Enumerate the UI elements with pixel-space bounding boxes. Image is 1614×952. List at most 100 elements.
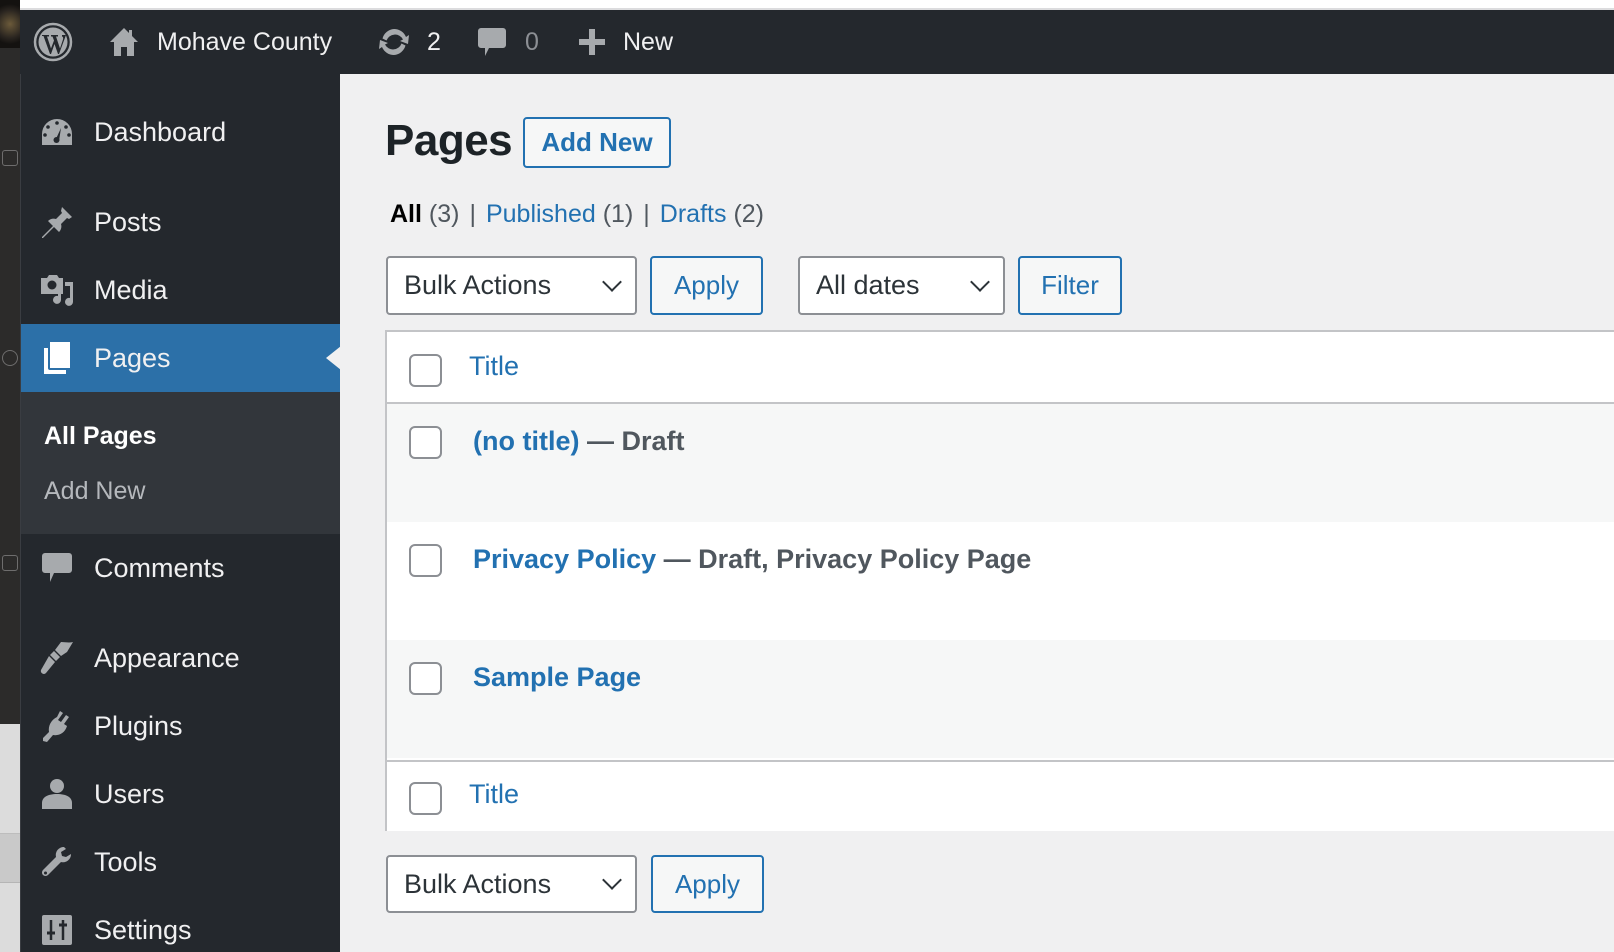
table-header: Title xyxy=(387,332,1614,404)
table-row: Privacy Policy — Draft, Privacy Policy P… xyxy=(387,522,1614,640)
home-icon xyxy=(110,28,138,56)
comments-link[interactable]: 0 xyxy=(478,10,539,74)
comment-icon xyxy=(39,550,75,586)
sidebar-label: Tools xyxy=(94,846,158,877)
background-panel-band xyxy=(0,833,20,883)
column-header-title[interactable]: Title xyxy=(469,351,519,382)
column-footer-title[interactable]: Title xyxy=(469,779,519,810)
plus-icon xyxy=(579,29,605,55)
table-row: (no title) — Draft xyxy=(387,404,1614,522)
comment-icon xyxy=(478,28,506,56)
table-row: Sample Page xyxy=(387,640,1614,758)
pages-icon xyxy=(39,340,75,376)
view-all[interactable]: All (3) xyxy=(390,200,459,228)
bulk-actions-value: Bulk Actions xyxy=(404,868,552,899)
row-title: Sample Page xyxy=(473,662,641,693)
pin-icon xyxy=(39,204,75,240)
wordpress-logo-icon xyxy=(33,22,73,62)
settings-icon xyxy=(39,912,75,948)
table-footer: Title xyxy=(387,760,1614,831)
chevron-down-icon xyxy=(602,271,622,292)
select-all-checkbox[interactable] xyxy=(409,354,442,387)
bulk-actions-select-top[interactable]: Bulk Actions xyxy=(386,256,637,315)
site-name: Mohave County xyxy=(157,27,333,56)
filter-button[interactable]: Filter xyxy=(1018,256,1122,315)
select-all-checkbox-footer[interactable] xyxy=(409,782,442,815)
submenu-item-all-pages[interactable]: All Pages xyxy=(44,422,157,451)
sidebar-item-posts[interactable]: Posts xyxy=(21,200,341,244)
date-filter-select[interactable]: All dates xyxy=(798,256,1005,315)
date-filter-value: All dates xyxy=(816,270,920,300)
row-title-link[interactable]: (no title) xyxy=(473,426,579,456)
sidebar-label: Pages xyxy=(94,342,171,373)
sidebar-item-settings[interactable]: Settings xyxy=(21,908,341,952)
add-new-page-button[interactable]: Add New xyxy=(523,117,671,168)
sidebar-label: Comments xyxy=(94,552,225,583)
updates-icon xyxy=(379,29,409,55)
background-icon xyxy=(2,350,18,366)
submenu-item-add-new[interactable]: Add New xyxy=(44,477,145,506)
separator: | xyxy=(469,200,476,228)
sidebar-item-plugins[interactable]: Plugins xyxy=(21,704,341,748)
pages-table: Title (no title) — Draft Privacy Policy … xyxy=(385,330,1614,831)
media-icon xyxy=(39,272,75,308)
sidebar-item-comments[interactable]: Comments xyxy=(21,546,341,590)
background-window-fragment xyxy=(0,0,20,952)
row-title-link[interactable]: Sample Page xyxy=(473,662,641,692)
row-checkbox[interactable] xyxy=(409,426,442,459)
sidebar-label: Users xyxy=(94,778,165,809)
plugin-icon xyxy=(39,708,75,744)
admin-bar: Mohave County 2 0 New xyxy=(20,10,1614,74)
status-filter-links: All (3) | Published (1) | Drafts (2) xyxy=(390,200,764,229)
bulk-actions-value: Bulk Actions xyxy=(404,270,552,300)
row-title: (no title) — Draft xyxy=(473,426,685,457)
sidebar-label: Posts xyxy=(94,206,162,237)
main-content: Pages Add New All (3) | Published (1) | Draf… xyxy=(340,74,1614,952)
row-checkbox[interactable] xyxy=(409,662,442,695)
sidebar-label: Appearance xyxy=(94,642,240,673)
sidebar-item-dashboard[interactable]: Dashboard xyxy=(21,110,341,154)
separator: | xyxy=(643,200,650,228)
sidebar-item-appearance[interactable]: Appearance xyxy=(21,636,341,680)
bulk-actions-select-bottom[interactable]: Bulk Actions xyxy=(386,855,637,913)
comments-count: 0 xyxy=(525,27,539,56)
user-icon xyxy=(39,776,75,812)
browser-top-edge xyxy=(20,0,1614,10)
view-drafts[interactable]: Drafts (2) xyxy=(660,200,764,228)
row-post-state: — Draft, Privacy Policy Page xyxy=(656,544,1032,574)
row-checkbox[interactable] xyxy=(409,544,442,577)
updates-link[interactable]: 2 xyxy=(376,10,441,74)
paintbrush-icon xyxy=(39,640,75,676)
wordpress-logo-button[interactable] xyxy=(33,10,73,74)
admin-sidebar: Dashboard Posts Media Pages All Pages Ad… xyxy=(20,74,341,952)
row-title-link[interactable]: Privacy Policy xyxy=(473,544,656,574)
page-title: Pages xyxy=(385,116,513,165)
wrench-icon xyxy=(39,844,75,880)
sidebar-label: Settings xyxy=(94,914,192,945)
apply-button-bottom[interactable]: Apply xyxy=(651,855,764,913)
view-published[interactable]: Published (1) xyxy=(486,200,633,228)
site-home-link[interactable]: Mohave County xyxy=(108,10,332,74)
desktop-photo-fragment xyxy=(0,0,20,48)
sidebar-item-tools[interactable]: Tools xyxy=(21,840,341,884)
screen: Mohave County 2 0 New Dashboard Posts Me… xyxy=(0,0,1614,952)
updates-count: 2 xyxy=(427,27,441,56)
background-icon xyxy=(2,150,18,166)
chevron-down-icon xyxy=(602,870,622,890)
sidebar-label: Dashboard xyxy=(94,116,227,147)
background-icon xyxy=(2,555,18,571)
sidebar-item-users[interactable]: Users xyxy=(21,772,341,816)
current-menu-arrow xyxy=(326,346,341,370)
chevron-down-icon xyxy=(970,271,990,292)
pages-submenu: All Pages Add New xyxy=(21,392,341,534)
row-title: Privacy Policy — Draft, Privacy Policy P… xyxy=(473,544,1031,575)
dashboard-icon xyxy=(39,114,75,150)
sidebar-item-pages[interactable]: Pages xyxy=(21,324,341,392)
sidebar-label: Plugins xyxy=(94,710,183,741)
new-label: New xyxy=(623,27,674,56)
new-content-link[interactable]: New xyxy=(578,10,673,74)
apply-button-top[interactable]: Apply xyxy=(650,256,763,315)
sidebar-label: Media xyxy=(94,274,168,305)
sidebar-item-media[interactable]: Media xyxy=(21,268,341,312)
row-post-state: — Draft xyxy=(579,426,685,456)
